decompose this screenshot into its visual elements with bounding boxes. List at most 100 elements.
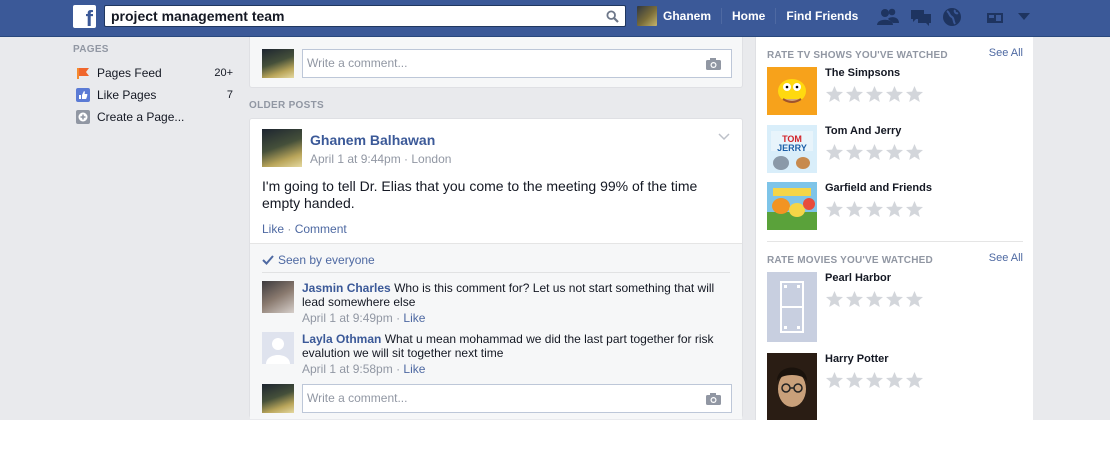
commenter-name[interactable]: Layla Othman bbox=[302, 332, 381, 346]
star-icon[interactable] bbox=[865, 143, 884, 161]
tv-see-all-link[interactable]: See All bbox=[989, 47, 1023, 59]
svg-text:JERRY: JERRY bbox=[777, 143, 807, 153]
star-icon[interactable] bbox=[865, 371, 884, 389]
post-timestamp: April 1 at 9:44pm · London bbox=[310, 152, 452, 166]
comments-section: Seen by everyone Jasmin Charles Who is t… bbox=[250, 243, 742, 419]
star-icon[interactable] bbox=[825, 200, 844, 218]
comment-input[interactable] bbox=[307, 391, 687, 405]
commenter-avatar[interactable] bbox=[262, 332, 294, 364]
the-simpsons-thumbnail[interactable] bbox=[767, 67, 817, 115]
commenter-name[interactable]: Jasmin Charles bbox=[302, 281, 391, 295]
comment-like-link[interactable]: Like bbox=[403, 362, 425, 376]
settings-dropdown-icon[interactable] bbox=[1018, 13, 1030, 21]
post-text: I'm going to tell Dr. Elias that you com… bbox=[262, 178, 698, 211]
left-sidebar: PAGES Pages Feed 20+ Like Pages 7 Create… bbox=[73, 37, 233, 128]
facebook-logo[interactable]: f bbox=[73, 5, 96, 31]
star-icon[interactable] bbox=[825, 290, 844, 308]
star-icon[interactable] bbox=[905, 143, 924, 161]
star-icon[interactable] bbox=[885, 200, 904, 218]
nav-divider bbox=[721, 8, 723, 24]
facebook-logo-letter: f bbox=[85, 6, 93, 31]
star-icon[interactable] bbox=[865, 85, 884, 103]
star-icon[interactable] bbox=[825, 143, 844, 161]
create-page-icon bbox=[76, 110, 90, 124]
movie-name[interactable]: Harry Potter bbox=[825, 353, 889, 365]
star-icon[interactable] bbox=[885, 85, 904, 103]
nav-divider bbox=[775, 8, 777, 24]
star-icon[interactable] bbox=[825, 371, 844, 389]
star-icon[interactable] bbox=[905, 371, 924, 389]
tv-section-header: RATE TV SHOWS YOU'VE WATCHED See All bbox=[767, 47, 1023, 61]
harry-potter-thumbnail[interactable] bbox=[767, 353, 817, 420]
star-icon[interactable] bbox=[885, 290, 904, 308]
pages-feed-icon bbox=[76, 66, 90, 80]
comment-avatar bbox=[262, 49, 294, 78]
sidebar-item-label: Pages Feed bbox=[97, 66, 162, 80]
sidebar-item-like-pages[interactable]: Like Pages 7 bbox=[73, 84, 233, 106]
sidebar-item-label: Create a Page... bbox=[97, 110, 185, 124]
post-author-name[interactable]: Ghanem Balhawan bbox=[310, 132, 435, 148]
star-rating[interactable] bbox=[825, 200, 924, 218]
separator-dot: · bbox=[287, 222, 295, 236]
star-rating[interactable] bbox=[825, 290, 924, 308]
comment-link[interactable]: Comment bbox=[295, 222, 347, 236]
star-icon[interactable] bbox=[845, 143, 864, 161]
star-icon[interactable] bbox=[885, 143, 904, 161]
facebook-page: f Ghanem Home Find Friends bbox=[0, 0, 1110, 420]
tv-show-name[interactable]: Garfield and Friends bbox=[825, 182, 932, 194]
privacy-shortcuts-icon[interactable] bbox=[986, 10, 1014, 24]
star-icon[interactable] bbox=[845, 200, 864, 218]
post-actions: Like · Comment bbox=[262, 222, 347, 236]
star-icon[interactable] bbox=[845, 85, 864, 103]
sidebar-item-pages-feed[interactable]: Pages Feed 20+ bbox=[73, 62, 233, 84]
comment-like-link[interactable]: Like bbox=[403, 311, 425, 325]
tom-and-jerry-thumbnail[interactable]: TOM JERRY bbox=[767, 125, 817, 173]
star-icon[interactable] bbox=[905, 200, 924, 218]
post-options-chevron-icon[interactable] bbox=[718, 133, 730, 141]
pearl-harbor-placeholder-thumbnail[interactable] bbox=[767, 272, 817, 342]
profile-avatar[interactable] bbox=[637, 6, 657, 26]
star-icon[interactable] bbox=[825, 85, 844, 103]
comment-box[interactable] bbox=[302, 384, 732, 413]
tv-show-name[interactable]: The Simpsons bbox=[825, 67, 900, 79]
notifications-globe-icon[interactable] bbox=[942, 7, 962, 27]
seen-label: Seen by everyone bbox=[278, 253, 375, 267]
post-author-avatar[interactable] bbox=[262, 129, 302, 167]
friend-requests-icon[interactable] bbox=[876, 8, 900, 26]
comment-avatar bbox=[262, 384, 294, 413]
garfield-and-friends-thumbnail[interactable] bbox=[767, 182, 817, 230]
comment-input[interactable] bbox=[307, 56, 687, 70]
messages-icon[interactable] bbox=[910, 8, 932, 26]
camera-icon[interactable] bbox=[706, 393, 721, 405]
search-box[interactable] bbox=[104, 5, 626, 27]
comment-meta: April 1 at 9:49pm · Like bbox=[302, 311, 722, 325]
top-bar: f Ghanem Home Find Friends bbox=[0, 0, 1110, 37]
sidebar-item-count: 20+ bbox=[214, 67, 233, 79]
star-rating[interactable] bbox=[825, 85, 924, 103]
star-icon[interactable] bbox=[865, 200, 884, 218]
search-icon[interactable] bbox=[606, 10, 619, 23]
star-icon[interactable] bbox=[845, 371, 864, 389]
home-link[interactable]: Home bbox=[732, 9, 765, 23]
movies-see-all-link[interactable]: See All bbox=[989, 252, 1023, 264]
movie-name[interactable]: Pearl Harbor bbox=[825, 272, 891, 284]
like-pages-icon bbox=[76, 88, 90, 102]
profile-name-link[interactable]: Ghanem bbox=[657, 9, 711, 23]
star-icon[interactable] bbox=[865, 290, 884, 308]
search-input[interactable] bbox=[111, 8, 601, 24]
star-icon[interactable] bbox=[885, 371, 904, 389]
sidebar-item-create-page[interactable]: Create a Page... bbox=[73, 106, 233, 128]
camera-icon[interactable] bbox=[706, 58, 721, 70]
star-icon[interactable] bbox=[905, 85, 924, 103]
star-icon[interactable] bbox=[845, 290, 864, 308]
comment-meta: April 1 at 9:58pm · Like bbox=[302, 362, 722, 376]
like-link[interactable]: Like bbox=[262, 222, 284, 236]
tv-show-name[interactable]: Tom And Jerry bbox=[825, 125, 901, 137]
comment-box[interactable] bbox=[302, 49, 732, 78]
star-rating[interactable] bbox=[825, 371, 924, 389]
commenter-avatar[interactable] bbox=[262, 281, 294, 313]
find-friends-link[interactable]: Find Friends bbox=[786, 9, 858, 23]
star-icon[interactable] bbox=[905, 290, 924, 308]
star-rating[interactable] bbox=[825, 143, 924, 161]
movies-section-title: RATE MOVIES YOU'VE WATCHED bbox=[767, 255, 933, 266]
